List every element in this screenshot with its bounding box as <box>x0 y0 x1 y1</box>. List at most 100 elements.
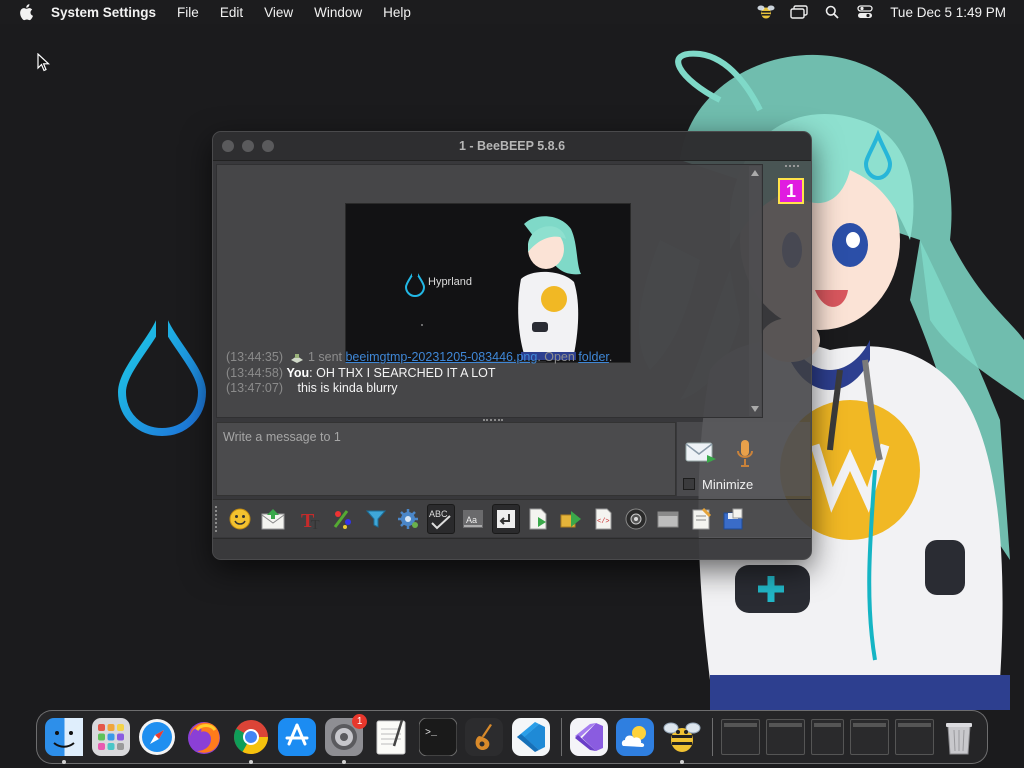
chat-message: (13:47:07) this is kinda blurry <box>226 381 398 395</box>
dock: 1 >_ <box>36 710 988 764</box>
dock-system-settings[interactable]: 1 <box>325 714 368 764</box>
folder-link[interactable]: folder <box>578 350 609 364</box>
dock-weather[interactable] <box>616 718 655 756</box>
emoticon-icon[interactable] <box>226 504 254 534</box>
menu-help[interactable]: Help <box>383 5 411 20</box>
minimized-window-thumbnail[interactable] <box>810 719 845 755</box>
running-indicator <box>679 760 684 764</box>
message-open-text: . Open <box>537 350 579 364</box>
chat-toolbar: TT ABC Aa </> <box>213 499 811 537</box>
menu-file[interactable]: File <box>177 5 199 20</box>
dock-garageband[interactable] <box>465 718 504 756</box>
filter-icon[interactable] <box>362 504 390 534</box>
shared-image-preview[interactable]: Hyprland <box>345 203 631 363</box>
completer-icon[interactable]: Aa <box>459 504 487 534</box>
message-text: this is kinda blurry <box>297 381 398 395</box>
dock-trash[interactable] <box>940 718 978 756</box>
svg-text:>_: >_ <box>425 728 438 739</box>
chat-history[interactable]: Hyprland (13:44:35) 1 sent beeimgtmp-202… <box>216 164 763 418</box>
menu-window[interactable]: Window <box>314 5 362 20</box>
send-message-icon[interactable] <box>685 439 717 465</box>
control-center-icon[interactable] <box>854 3 876 21</box>
window-title: 1 - BeeBEEP 5.8.6 <box>458 139 566 153</box>
message-text: : OH THX I SEARCHED IT A LOT <box>309 366 496 380</box>
dock-beebeep[interactable] <box>663 718 701 764</box>
dock-finder[interactable] <box>45 718 83 764</box>
font-icon[interactable]: TT <box>297 504 325 534</box>
close-button[interactable] <box>222 140 234 152</box>
svg-text:ABC: ABC <box>429 509 448 519</box>
window-stack-icon[interactable] <box>788 3 810 21</box>
dock-divider <box>711 718 713 756</box>
message-timestamp: (13:44:35) <box>226 350 283 364</box>
message-sent-text: 1 sent <box>307 350 346 364</box>
file-link[interactable]: beeimgtmp-20231205-083446.png <box>345 350 537 364</box>
spellcheck-icon[interactable]: ABC <box>426 503 455 534</box>
status-bar <box>213 538 811 559</box>
minimized-window-thumbnail[interactable] <box>895 719 935 755</box>
minimize-button[interactable] <box>242 140 254 152</box>
preview-hyprland-label: Hyprland <box>428 276 473 288</box>
menu-edit[interactable]: Edit <box>220 5 243 20</box>
message-sender: You <box>286 366 310 380</box>
svg-text:Aa: Aa <box>466 515 477 525</box>
notification-badge: 1 <box>352 714 368 729</box>
message-timestamp: (13:47:07) <box>226 381 283 395</box>
chat-message: (13:44:58) You: OH THX I SEARCHED IT A L… <box>226 366 496 380</box>
menu-app-name[interactable]: System Settings <box>51 5 156 20</box>
dock-terminal[interactable]: >_ <box>418 718 457 756</box>
scroll-down-icon[interactable] <box>751 406 759 412</box>
minimized-window-thumbnail[interactable] <box>720 719 760 755</box>
message-end-text: . <box>608 350 613 364</box>
svg-text:</>: </> <box>597 518 610 526</box>
return-key-icon[interactable] <box>491 503 520 534</box>
share-icon[interactable] <box>557 504 585 534</box>
dock-launchpad[interactable] <box>91 718 130 756</box>
voice-message-icon[interactable] <box>736 439 754 469</box>
save-chat-icon[interactable] <box>524 504 552 534</box>
dock-divider <box>560 718 562 756</box>
code-icon[interactable]: </> <box>589 504 617 534</box>
svg-text:T: T <box>311 518 320 531</box>
minimized-window-thumbnail[interactable] <box>850 719 890 755</box>
zoom-button[interactable] <box>262 140 274 152</box>
dock-safari[interactable] <box>138 718 176 756</box>
minimize-label: Minimize <box>702 477 754 492</box>
color-icon[interactable] <box>329 504 357 534</box>
running-indicator <box>248 760 253 764</box>
window-titlebar[interactable]: 1 - BeeBEEP 5.8.6 <box>213 132 811 161</box>
minimized-window-thumbnail[interactable] <box>765 719 805 755</box>
apple-menu-icon[interactable] <box>17 2 37 22</box>
menu-bar: System Settings File Edit View Window He… <box>0 0 1024 24</box>
menu-view[interactable]: View <box>264 5 293 20</box>
dock-visual-studio[interactable] <box>569 718 608 756</box>
file-sent-icon <box>290 353 304 363</box>
running-indicator <box>342 760 347 764</box>
user-panel-grip[interactable] <box>785 165 799 169</box>
message-input[interactable]: Write a message to 1 <box>216 422 676 496</box>
menu-clock[interactable]: Tue Dec 5 1:49 PM <box>890 5 1006 20</box>
scroll-up-icon[interactable] <box>751 170 759 176</box>
running-indicator <box>62 760 66 764</box>
settings-icon[interactable] <box>394 504 422 534</box>
chat-message-file: (13:44:35) 1 sent beeimgtmp-20231205-083… <box>226 350 612 364</box>
dock-textedit[interactable] <box>372 718 410 756</box>
beebeep-chat-window: 1 - BeeBEEP 5.8.6 Hyprland (13:44:35) 1 … <box>212 131 812 560</box>
hyprland-drop-logo-icon <box>112 303 212 440</box>
beebeep-status-icon[interactable] <box>755 3 777 21</box>
toolbar-grip[interactable] <box>215 505 221 532</box>
notes-icon[interactable] <box>687 504 715 534</box>
minimize-checkbox[interactable] <box>683 478 695 490</box>
dock-firefox[interactable] <box>185 718 223 756</box>
clear-icon[interactable] <box>654 504 682 534</box>
message-timestamp: (13:44:58) <box>226 366 283 380</box>
screenshot-icon[interactable] <box>622 504 650 534</box>
dock-chrome[interactable] <box>232 718 270 764</box>
spotlight-search-icon[interactable] <box>821 3 843 21</box>
dock-app-store[interactable] <box>278 718 317 756</box>
dock-vscode[interactable] <box>511 718 550 756</box>
send-file-icon[interactable] <box>259 504 287 534</box>
user-avatar-badge[interactable]: 1 <box>778 178 804 204</box>
chat-scrollbar[interactable] <box>749 166 761 416</box>
save-icon[interactable] <box>719 504 747 534</box>
